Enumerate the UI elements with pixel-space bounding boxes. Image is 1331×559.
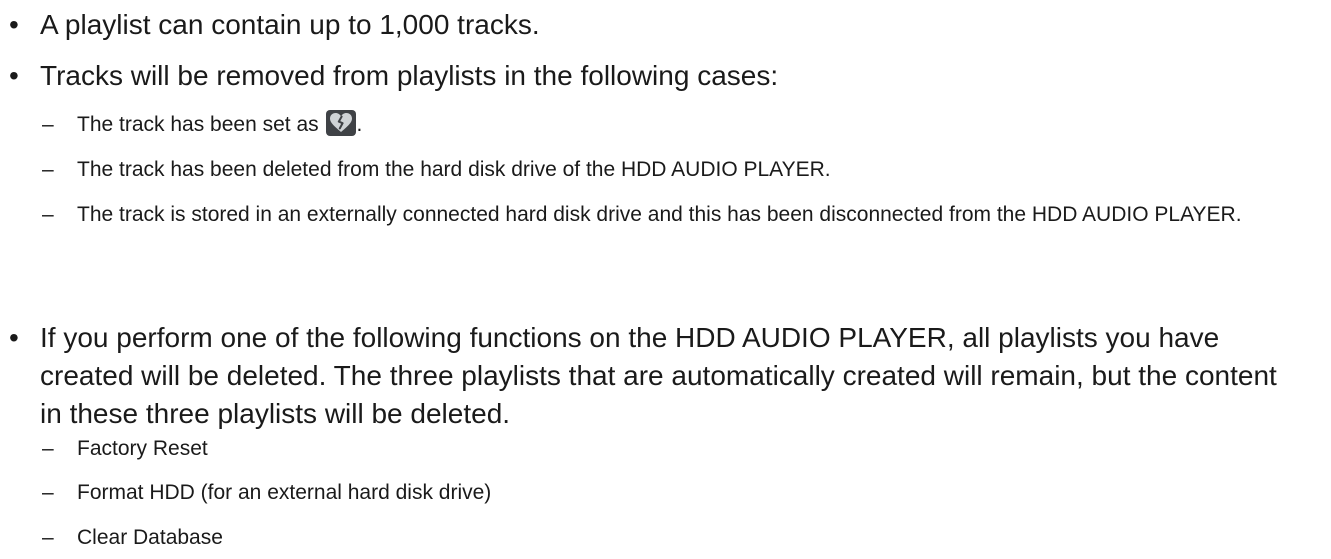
sub-item-period: . xyxy=(356,113,363,136)
bullet-text: If you perform one of the following func… xyxy=(40,322,1277,429)
dash-marker: – xyxy=(42,526,54,549)
bullet-dot: • xyxy=(9,60,19,91)
document-page: • A playlist can contain up to 1,000 tra… xyxy=(0,0,1331,559)
sub-item-text: Format HDD (for an external hard disk dr… xyxy=(77,481,492,504)
bullet-text: A playlist can contain up to 1,000 track… xyxy=(40,9,540,40)
bullet-dot: • xyxy=(9,322,19,353)
sub-item-text: Clear Database xyxy=(77,526,223,549)
dash-marker: – xyxy=(42,203,54,226)
bullet-text: Tracks will be removed from playlists in… xyxy=(40,60,779,91)
sub-item-text: The track is stored in an externally con… xyxy=(77,203,1242,226)
sub-item-removal-case: – The track has been deleted from the ha… xyxy=(0,153,1265,187)
bullet-item-max-tracks: • A playlist can contain up to 1,000 tra… xyxy=(0,6,1305,44)
dash-marker: – xyxy=(42,158,54,181)
sub-item-text: The track has been deleted from the hard… xyxy=(77,158,831,181)
sub-item-removal-case: – The track is stored in an externally c… xyxy=(0,198,1265,232)
bullet-item-deletion-warning: • If you perform one of the following fu… xyxy=(0,319,1305,433)
dash-marker: – xyxy=(42,437,54,460)
sub-item-text: Factory Reset xyxy=(77,437,208,460)
sub-item-text: The track has been set as xyxy=(77,113,319,136)
bullet-item-removal-cases: • Tracks will be removed from playlists … xyxy=(0,57,1305,95)
broken-heart-icon xyxy=(326,110,357,136)
bullet-dot: • xyxy=(9,9,19,40)
sub-item-function: – Clear Database xyxy=(0,521,1265,555)
dash-marker: – xyxy=(42,481,54,504)
dash-marker: – xyxy=(42,113,54,136)
sub-item-function: – Format HDD (for an external hard disk … xyxy=(0,476,1265,510)
sub-item-function: – Factory Reset xyxy=(0,432,1265,466)
sub-item-removal-case: – The track has been set as . xyxy=(0,108,1265,142)
